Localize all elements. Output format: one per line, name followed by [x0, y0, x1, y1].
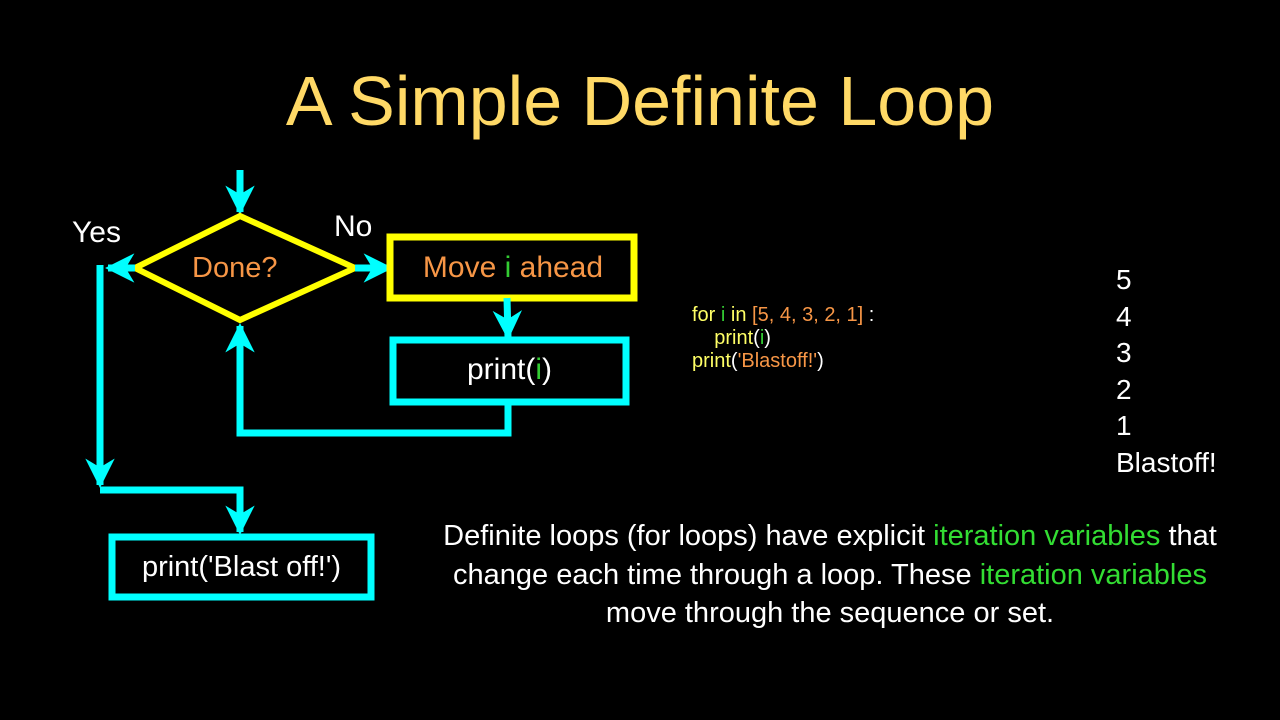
code-sequence: [5, 4, 3, 2, 1]: [752, 304, 864, 326]
code-paren-open: (: [753, 327, 760, 349]
print-i-label: print(i): [393, 355, 626, 385]
code-kw-for: for: [692, 304, 721, 326]
output-line: 4: [1116, 300, 1132, 332]
move-to-print-arrow: [492, 297, 523, 340]
output-line: 1: [1116, 410, 1132, 441]
code-fn-print: print: [714, 327, 754, 349]
move-box-label: Move i ahead: [392, 253, 634, 283]
code-line-1: for i in [5, 4, 3, 2, 1] :: [692, 304, 874, 327]
code-string: 'Blastoff!': [737, 350, 818, 372]
desc-text: Definite loops (for loops) have explicit: [443, 520, 934, 552]
code-block: for i in [5, 4, 3, 2, 1] : print(i) print…: [692, 304, 874, 373]
output-line: 3: [1116, 337, 1132, 368]
code-paren-open: (: [730, 350, 738, 372]
print-i-post: ): [542, 353, 553, 386]
program-output: 5 4 3 2 1 Blastoff!: [1116, 262, 1217, 481]
code-colon: :: [863, 304, 875, 326]
print-i-pre: print(: [466, 353, 536, 386]
code-fn-print: print: [692, 350, 731, 372]
code-kw-in: in: [725, 304, 753, 326]
code-line-2: print(i): [692, 327, 874, 350]
code-paren-close: ): [764, 327, 771, 349]
desc-highlight: iteration variables: [933, 520, 1161, 552]
no-label: No: [334, 210, 373, 243]
decision-label: Done?: [192, 252, 278, 284]
desc-highlight: iteration variables: [979, 558, 1207, 591]
output-line: Blastoff!: [1116, 446, 1217, 478]
description: Definite loops (for loops) have explicit…: [420, 517, 1240, 633]
move-text-post: ahead: [511, 251, 604, 284]
desc-text: move through the sequence or set.: [605, 597, 1055, 629]
yes-path-to-blast: [100, 486, 255, 535]
blast-label: print('Blast off!'): [141, 551, 342, 583]
output-line: 5: [1116, 264, 1132, 295]
output-line: 2: [1116, 373, 1132, 405]
code-paren-close: ): [817, 350, 824, 372]
yes-label: Yes: [72, 216, 121, 249]
print-i-var: i: [535, 353, 543, 386]
code-line-3: print('Blastoff!'): [692, 350, 874, 373]
move-text-pre: Move: [422, 251, 505, 284]
